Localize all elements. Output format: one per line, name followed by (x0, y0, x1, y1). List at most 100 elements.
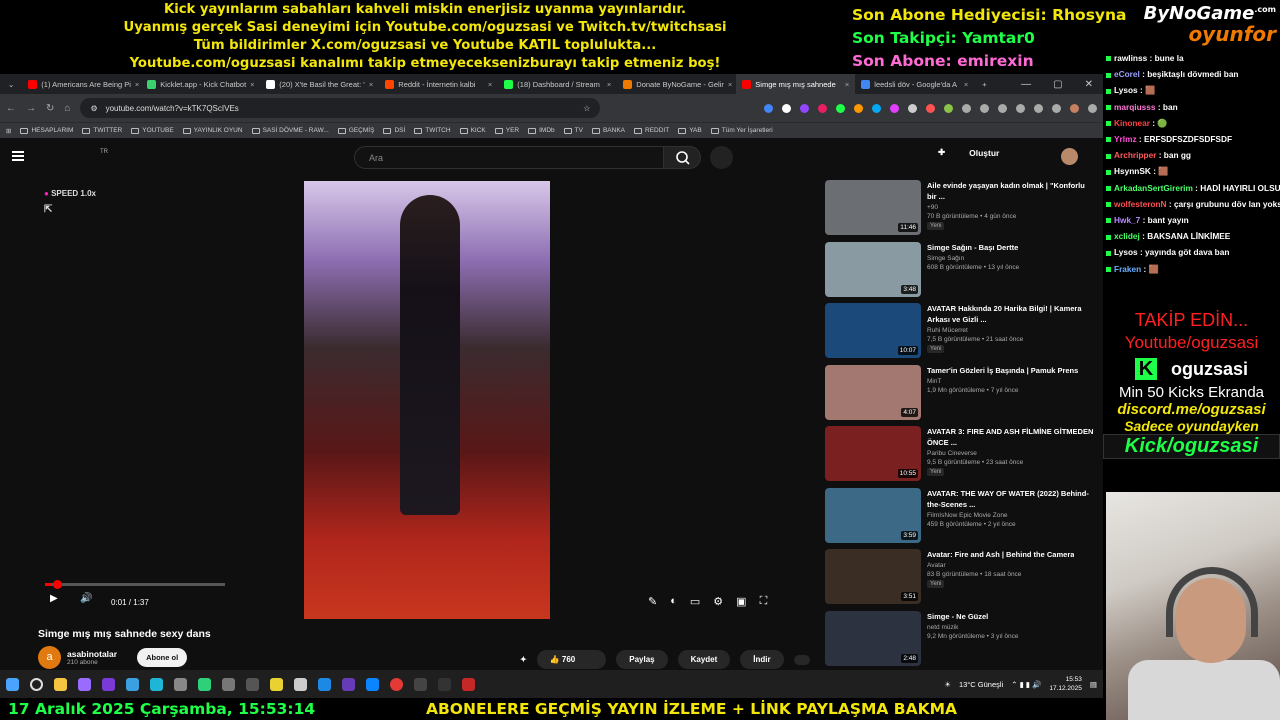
extension-icon[interactable] (800, 103, 809, 113)
close-tab-icon[interactable]: × (964, 80, 968, 89)
external-link-icon[interactable]: ⇱ (44, 204, 96, 215)
close-window-icon[interactable]: ✕ (1085, 79, 1093, 90)
bookmark-item[interactable]: SASİ DÖVME - RAW... (251, 127, 329, 134)
browser-tab[interactable]: Kicklet.app - Kick Chatbot × (141, 74, 260, 94)
settings-icon[interactable]: ⚙ (713, 595, 723, 608)
search-input[interactable]: Ara (354, 146, 664, 169)
recommendation-item[interactable]: 10:55 AVATAR 3: FIRE AND ASH FİLMİNE GİTM… (825, 426, 1095, 488)
bookmark-item[interactable]: TWITCH (414, 127, 451, 134)
camera-icon[interactable] (222, 677, 235, 691)
forward-icon[interactable]: → (26, 103, 36, 114)
weather-text[interactable]: 13°C Güneşli (959, 680, 1003, 689)
app-icon[interactable] (246, 677, 259, 691)
recommendation-item[interactable]: 3:51 Avatar: Fire and Ash | Behind the Ca… (825, 549, 1095, 611)
bookmark-item[interactable]: HESAPLARIM (20, 127, 73, 134)
recommendation-item[interactable]: 10:07 AVATAR Hakkında 20 Harika Bilgi! | … (825, 303, 1095, 365)
home-icon[interactable]: ⌂ (64, 103, 70, 114)
minimize-icon[interactable]: — (1021, 79, 1031, 90)
subscribe-button[interactable]: Abone ol (137, 648, 188, 667)
volume-icon[interactable]: 🔊 (80, 593, 92, 604)
search-button[interactable] (663, 146, 701, 169)
browser-tab[interactable]: (20) X'te Basil the Great: ' × (260, 74, 379, 94)
save-button[interactable]: Kaydet (677, 650, 731, 669)
search-icon[interactable] (30, 677, 43, 691)
tray-icons[interactable]: ⌃ ▮ ▮ 🔊 (1011, 680, 1041, 689)
fullscreen-icon[interactable]: ⛶ (760, 595, 768, 608)
browser-tab[interactable]: Reddit - İnternetin kalbi × (379, 74, 498, 94)
video-thumbnail[interactable]: 3:59 (825, 487, 921, 543)
close-tab-icon[interactable]: × (845, 80, 849, 89)
video-player[interactable] (304, 181, 550, 619)
maximize-icon[interactable]: ▢ (1053, 79, 1062, 90)
extension-icon[interactable] (944, 103, 953, 113)
app-icon[interactable] (318, 677, 331, 691)
video-thumbnail[interactable]: 10:55 (825, 426, 921, 481)
voice-search-button[interactable] (710, 146, 733, 169)
app-icon[interactable] (150, 677, 163, 691)
rec-title[interactable]: AVATAR Hakkında 20 Harika Bilgi! | Kamer… (927, 303, 1095, 325)
back-icon[interactable]: ← (6, 103, 16, 114)
video-thumbnail[interactable]: 4:07 (825, 364, 921, 420)
pen-icon[interactable]: ✎ (648, 595, 657, 608)
extension-icon[interactable] (764, 103, 773, 113)
rec-title[interactable]: AVATAR: THE WAY OF WATER (2022) Behind-t… (927, 488, 1095, 510)
bookmark-item[interactable]: BANKA (591, 127, 625, 134)
browser-tab[interactable]: Donate ByNoGame - Gelir × (617, 74, 736, 94)
close-tab-icon[interactable]: × (135, 80, 139, 89)
bookmark-item[interactable]: YOUTUBE (131, 127, 174, 134)
extension-icon[interactable] (1016, 103, 1025, 113)
channel-name[interactable]: asabinotalar (67, 649, 117, 659)
bookmark-item[interactable]: YER (494, 127, 519, 134)
browser-tab[interactable]: Simge mış mış sahnede × (736, 74, 856, 94)
close-tab-icon[interactable]: × (607, 80, 611, 89)
start-icon[interactable] (6, 677, 19, 691)
chrome-icon[interactable] (390, 677, 403, 691)
file-explorer-icon[interactable] (54, 677, 67, 691)
extension-icon[interactable] (782, 103, 791, 113)
video-thumbnail[interactable]: 2:48 (825, 610, 921, 666)
recommendation-item[interactable]: 4:07 Tamer'in Gözleri İş Başında | Pamuk … (825, 364, 1095, 427)
bookmark-star-icon[interactable]: ☆ (583, 104, 590, 113)
rec-title[interactable]: Aile evinde yaşayan kadın olmak | "Konfo… (927, 180, 1095, 202)
close-tab-icon[interactable]: × (728, 80, 732, 89)
apps-icon[interactable]: ⊞ (6, 127, 11, 135)
app-icon[interactable] (414, 677, 427, 691)
app-icon[interactable] (438, 677, 451, 691)
notification-icon[interactable]: ▤ (1090, 680, 1097, 689)
progress-scrubber[interactable] (53, 580, 62, 589)
site-info-icon[interactable]: ⚙ (90, 104, 97, 113)
create-button[interactable]: ✚ Oluştur (938, 147, 999, 158)
bookmark-item[interactable]: IMDb (528, 127, 555, 134)
bookmark-item[interactable]: DSİ (383, 127, 405, 134)
close-tab-icon[interactable]: × (369, 80, 373, 89)
bookmark-item[interactable]: YAB (678, 127, 702, 134)
edge-icon[interactable] (366, 677, 379, 691)
bookmark-item[interactable]: YAYINLIK OYUN (182, 127, 243, 134)
account-avatar[interactable] (1061, 148, 1078, 165)
rec-title[interactable]: AVATAR 3: FIRE AND ASH FİLMİNE GİTMEDEN … (927, 426, 1095, 448)
rec-title[interactable]: Simge Sağın - Başı Dertte (927, 242, 1019, 253)
browser-tab[interactable]: leedsli döv - Google'da A × (855, 74, 974, 94)
reload-icon[interactable]: ↻ (46, 103, 54, 114)
bookmark-item[interactable]: GEÇMİŞ (337, 127, 374, 134)
download-button[interactable]: İndir (740, 650, 784, 669)
clock[interactable]: 15:53 17.12.2025 (1049, 675, 1082, 693)
more-button[interactable] (793, 654, 810, 665)
video-thumbnail[interactable]: 11:46 (825, 180, 921, 235)
hamburger-menu-icon[interactable] (12, 151, 24, 161)
extension-icon[interactable] (1052, 103, 1061, 113)
obs-icon[interactable] (462, 677, 475, 691)
app-icon[interactable] (342, 677, 355, 691)
like-button[interactable]: 👍 760 (536, 650, 607, 669)
extension-icon[interactable] (836, 103, 845, 113)
extension-icon[interactable] (962, 103, 971, 113)
app-icon[interactable] (126, 677, 139, 691)
recommendation-item[interactable]: 11:46 Aile evinde yaşayan kadın olmak | "… (825, 180, 1095, 242)
app-icon[interactable] (174, 677, 187, 691)
app-icon[interactable] (198, 677, 211, 691)
extension-icon[interactable] (854, 103, 863, 113)
recommendation-item[interactable]: 2:48 Simge - Ne Güzel netd müzik 9,2 Mn gör… (825, 610, 1095, 673)
channel-avatar[interactable]: a (38, 646, 61, 669)
subtitles-icon[interactable]: ▭ (690, 595, 700, 608)
url-input[interactable]: ⚙ youtube.com/watch?v=kTK7QScIVEs ☆ (80, 98, 601, 118)
